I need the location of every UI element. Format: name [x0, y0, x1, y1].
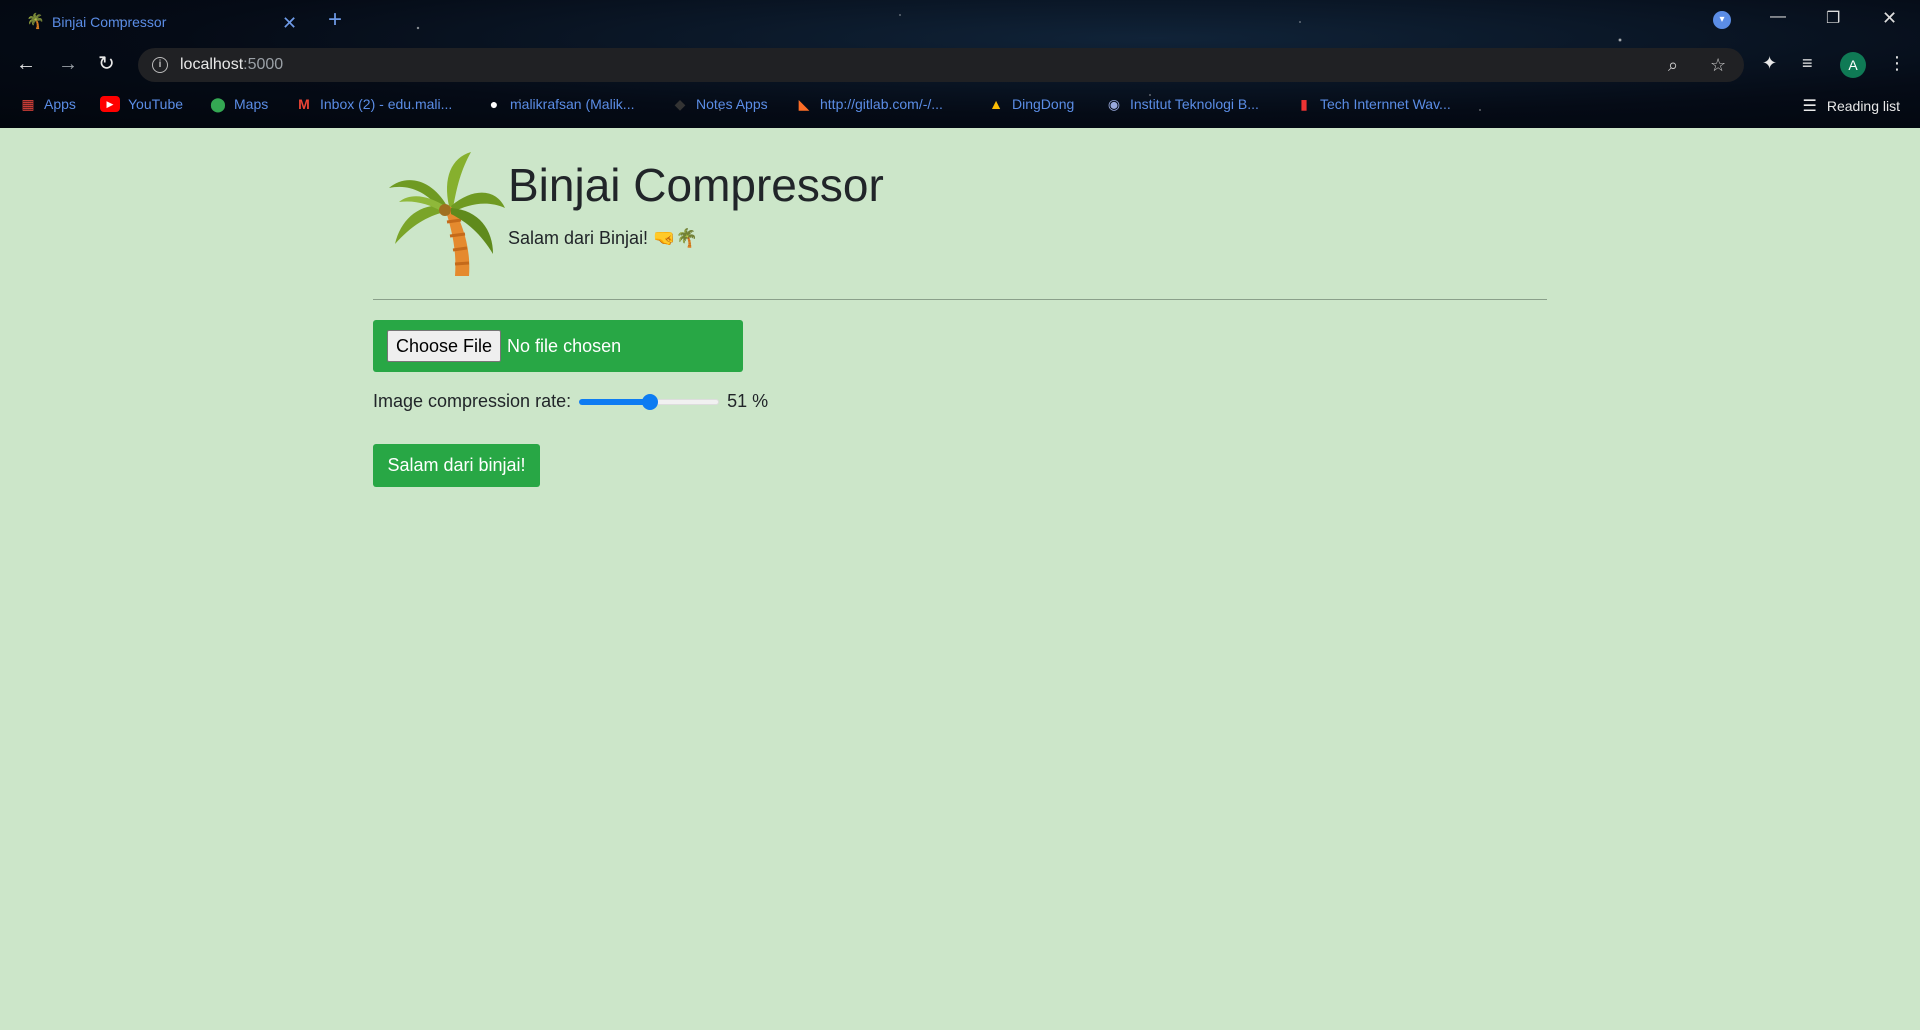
bookmark-youtube[interactable]: ▶ YouTube: [100, 96, 183, 112]
bookmark-inbox[interactable]: M Inbox (2) - edu.mali...: [296, 96, 452, 112]
address-bar[interactable]: i localhost:5000 ⌕ ☆: [138, 48, 1744, 82]
github-icon: ●: [489, 96, 499, 112]
file-input-box: Choose File No file chosen: [373, 320, 743, 372]
menu-kebab-icon[interactable]: ⋮: [1888, 54, 1906, 72]
profile-avatar[interactable]: A: [1840, 52, 1866, 78]
bookmark-star-icon[interactable]: ☆: [1710, 56, 1726, 74]
bookmark-tech[interactable]: ▮ Tech Internnet Wav...: [1296, 96, 1451, 112]
tech-icon: ▮: [1300, 96, 1308, 112]
page-subtitle: Salam dari Binjai! 🤜🌴: [508, 228, 698, 248]
back-icon[interactable]: ←: [16, 54, 36, 74]
compression-rate-label: Image compression rate:: [373, 391, 572, 411]
notes-icon: ◆: [674, 96, 686, 112]
reading-list[interactable]: ☰ Reading list: [1803, 96, 1901, 116]
forward-icon[interactable]: →: [58, 54, 78, 74]
compression-rate-slider[interactable]: [579, 393, 720, 410]
drive-icon: ▲: [989, 96, 1003, 112]
bookmark-gitlab[interactable]: ◣ http://gitlab.com/-/...: [796, 96, 943, 112]
site-info-icon[interactable]: i: [152, 57, 168, 73]
submit-button[interactable]: Salam dari binjai!: [373, 444, 540, 487]
youtube-icon: ▶: [100, 96, 120, 112]
browser-chrome: 🌴 Binjai Compressor ✕ + ▾ — ❐ ✕ ← → ↻ i …: [0, 0, 1920, 128]
bookmark-dingdong[interactable]: ▲ DingDong: [988, 96, 1074, 112]
zoom-icon[interactable]: ⌕: [1668, 56, 1678, 74]
restore-icon[interactable]: ❐: [1826, 8, 1840, 28]
minimize-icon[interactable]: —: [1770, 8, 1786, 26]
tab-title: Binjai Compressor: [52, 14, 167, 30]
slider-fill: [579, 398, 651, 405]
reading-list-icon: ☰: [1802, 98, 1817, 115]
bookmarks-bar: ▦ Apps ▶ YouTube ⬤ Maps M Inbox (2) - ed…: [0, 92, 1920, 120]
slider-thumb[interactable]: [642, 393, 659, 410]
palm-tree-logo-icon: [389, 152, 505, 276]
apps-grid-icon: ▦: [21, 96, 35, 112]
bookmark-itb[interactable]: ◉ Institut Teknologi B...: [1106, 96, 1259, 112]
media-control-icon[interactable]: ≡: [1802, 54, 1813, 72]
compression-rate-unit: %: [752, 391, 769, 411]
header-divider: [373, 299, 1547, 300]
tab-search-icon[interactable]: ▾: [1713, 11, 1731, 29]
bookmark-maps[interactable]: ⬤ Maps: [210, 96, 268, 112]
itb-icon: ◉: [1107, 96, 1121, 112]
address-url: localhost:5000: [180, 56, 284, 73]
page-body: Binjai Compressor Salam dari Binjai! 🤜🌴 …: [0, 128, 1920, 1030]
bookmark-notes[interactable]: ◆ Notes Apps: [672, 96, 768, 112]
compression-rate-row: Image compression rate: 51 %: [373, 391, 768, 412]
page-title: Binjai Compressor: [508, 159, 884, 211]
extensions-icon[interactable]: ✦: [1762, 54, 1777, 72]
gitlab-icon: ◣: [798, 96, 810, 112]
no-file-chosen-text: No file chosen: [507, 335, 622, 356]
close-window-icon[interactable]: ✕: [1882, 8, 1897, 29]
palm-tree-favicon-icon: 🌴: [26, 13, 45, 30]
browser-tab[interactable]: 🌴 Binjai Compressor ✕: [10, 4, 310, 40]
reload-icon[interactable]: ↻: [98, 54, 115, 74]
bookmark-apps[interactable]: ▦ Apps: [20, 96, 76, 112]
compression-rate-value: 51: [727, 391, 748, 411]
new-tab-icon[interactable]: +: [328, 8, 342, 32]
choose-file-button[interactable]: Choose File: [387, 330, 502, 362]
maps-icon: ⬤: [210, 96, 226, 112]
browser-toolbar: ← → ↻ i localhost:5000 ⌕ ☆ ✦ ≡ A ⋮: [0, 46, 1920, 84]
gmail-icon: M: [298, 96, 310, 112]
close-tab-icon[interactable]: ✕: [282, 13, 297, 34]
bookmark-github[interactable]: ● malikrafsan (Malik...: [486, 96, 635, 112]
